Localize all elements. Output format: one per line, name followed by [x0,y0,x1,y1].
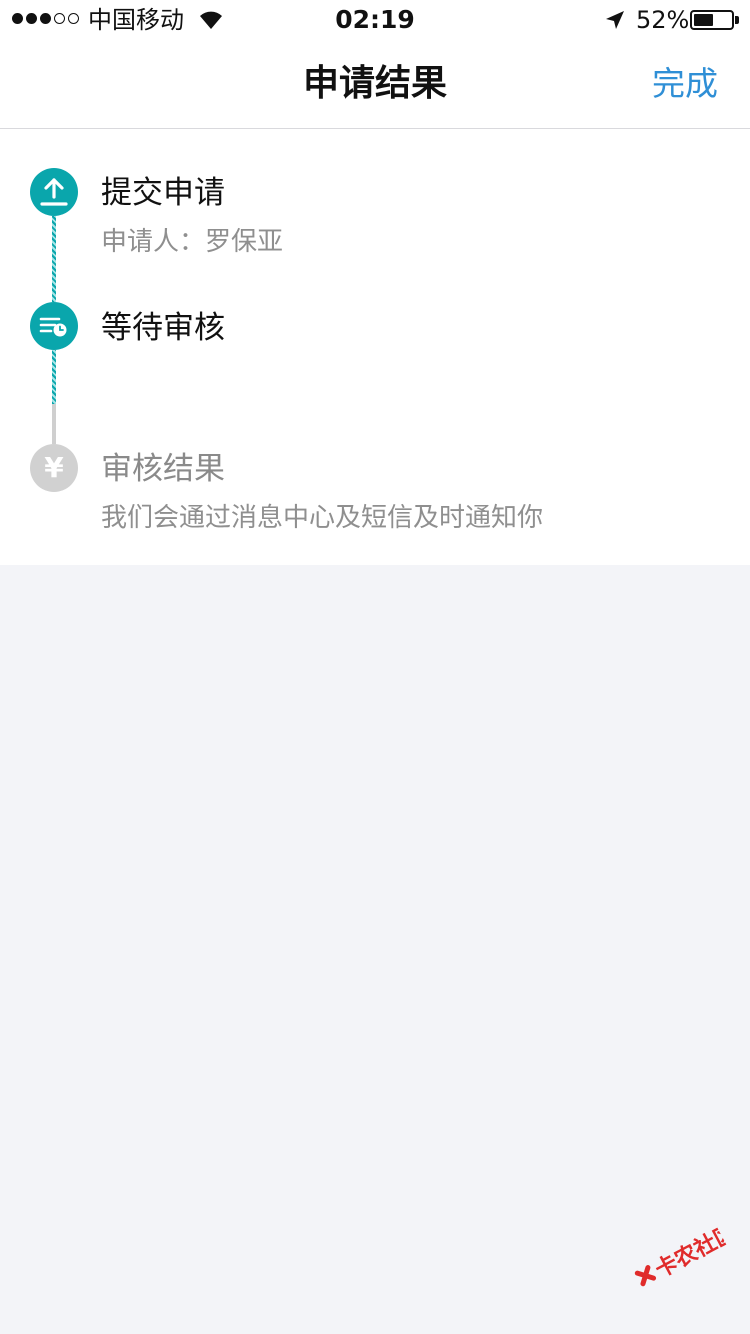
battery-icon [690,10,734,30]
done-button[interactable]: 完成 [652,62,718,106]
review-clock-icon [30,302,78,350]
status-bar: 中国移动 02:19 52% [0,0,750,40]
step-title-review-result: 审核结果 [101,451,225,487]
timeline-connector-current [52,350,56,404]
location-arrow-icon [604,9,626,35]
step-title-waiting-review: 等待审核 [101,310,225,346]
upload-icon [30,168,78,216]
navigation-bar: 申请结果 完成 [0,40,750,129]
watermark-logo: 卡农社区 [627,1218,731,1298]
battery-level-fill [694,14,713,26]
battery-percentage: 52% [636,6,690,34]
step-title-submit: 提交申请 [101,175,225,211]
battery-cap [735,16,739,24]
timeline-connector-done [52,216,56,302]
timeline-connector-pending [52,404,56,444]
step-subtitle-notification: 我们会通过消息中心及短信及时通知你 [101,503,544,533]
application-progress-timeline: 提交申请 申请人：罗保亚 等待审核 ¥ 审核结果 我们会通过消息中心及短信及时通… [0,129,750,565]
step-subtitle-applicant: 申请人：罗保亚 [101,227,284,257]
yen-icon: ¥ [30,444,78,492]
yen-glyph: ¥ [44,451,64,484]
page-title: 申请结果 [302,63,447,104]
svg-text:卡农社区: 卡农社区 [651,1219,731,1283]
